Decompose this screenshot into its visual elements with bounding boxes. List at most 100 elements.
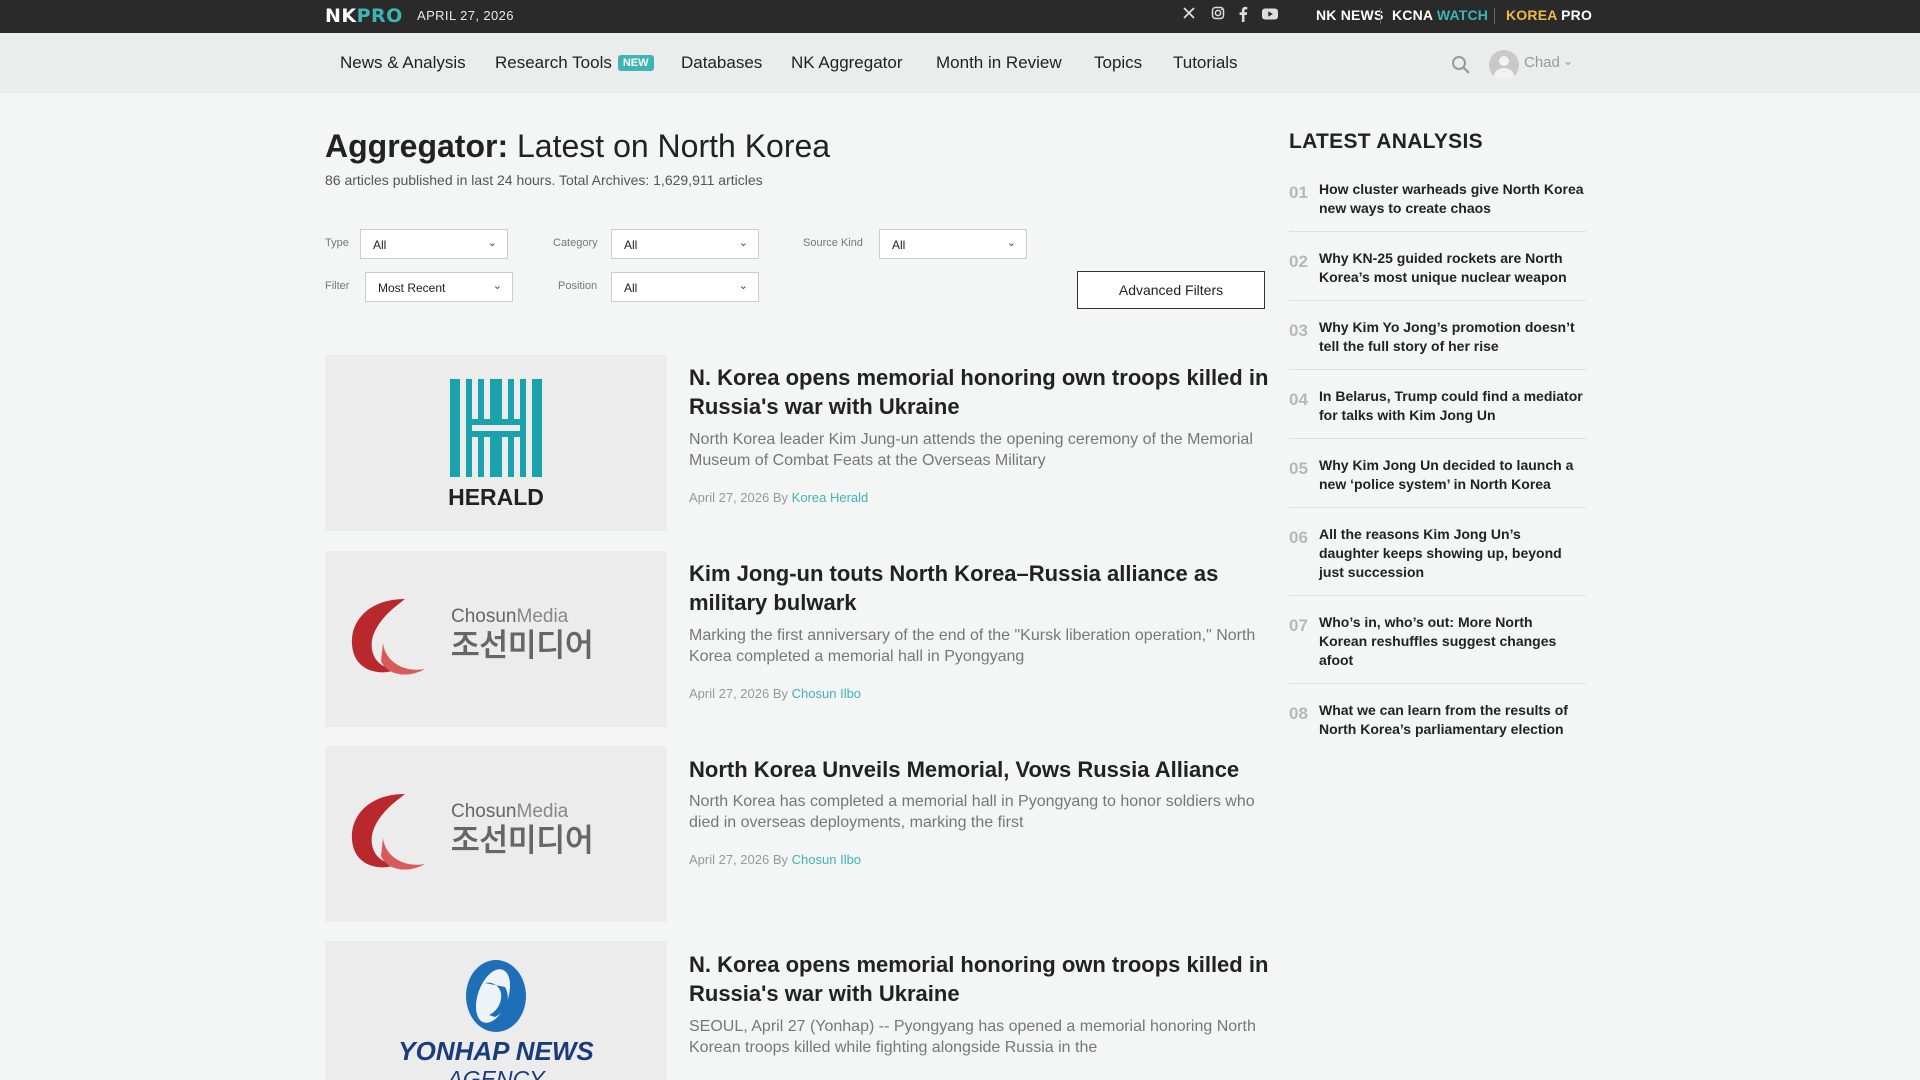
article-source[interactable]: Korea Herald bbox=[792, 490, 869, 505]
search-icon[interactable] bbox=[1451, 55, 1471, 75]
type-value: All bbox=[373, 238, 387, 252]
article-by: By bbox=[772, 852, 789, 867]
avatar[interactable] bbox=[1489, 50, 1519, 80]
logo-nk: NK bbox=[325, 5, 357, 27]
kcnawatch-link[interactable]: KCNA WATCH bbox=[1392, 7, 1488, 23]
user-name[interactable]: Chad bbox=[1524, 54, 1560, 71]
chevron-down-icon: ⌄ bbox=[492, 280, 502, 292]
category-value: All bbox=[624, 238, 638, 252]
nknews-link[interactable]: NK NEWS bbox=[1316, 7, 1384, 23]
article-thumbnail[interactable]: ChosunMedia 조선미디어 bbox=[325, 551, 667, 727]
x-icon[interactable] bbox=[1180, 6, 1198, 24]
analysis-item[interactable]: 04 In Belarus, Trump could find a mediat… bbox=[1289, 387, 1586, 439]
instagram-icon[interactable] bbox=[1209, 6, 1227, 24]
nav-nk-aggregator[interactable]: NK Aggregator bbox=[791, 53, 903, 73]
article-thumbnail[interactable]: YONHAP NEWS AGENCY bbox=[325, 941, 667, 1080]
chevron-down-icon: ⌄ bbox=[487, 237, 497, 249]
analysis-item[interactable]: 06 All the reasons Kim Jong Un’s daughte… bbox=[1289, 525, 1586, 596]
category-select[interactable]: All ⌄ bbox=[611, 229, 759, 259]
article-meta: April 27, 2026 By Chosun Ilbo bbox=[689, 852, 861, 867]
source-kind-value: All bbox=[892, 238, 906, 252]
page-title-bold: Aggregator: bbox=[325, 128, 509, 164]
position-label: Position bbox=[558, 280, 598, 292]
analysis-item[interactable]: 03 Why Kim Yo Jong’s promotion doesn’t t… bbox=[1289, 318, 1586, 370]
article-date: April 27, 2026 bbox=[689, 490, 770, 505]
chosun-text: Chosun bbox=[451, 801, 517, 822]
article-thumbnail[interactable]: ChosunMedia 조선미디어 bbox=[325, 746, 667, 922]
analysis-title[interactable]: All the reasons Kim Jong Un’s daughter k… bbox=[1319, 525, 1584, 582]
type-select[interactable]: All ⌄ bbox=[360, 229, 508, 259]
chevron-down-icon: ⌄ bbox=[738, 280, 748, 292]
article-title[interactable]: N. Korea opens memorial honoring own tro… bbox=[689, 363, 1269, 421]
filter-select[interactable]: Most Recent ⌄ bbox=[365, 272, 513, 302]
filter-value: Most Recent bbox=[378, 281, 446, 295]
youtube-icon[interactable] bbox=[1261, 6, 1279, 24]
position-select[interactable]: All ⌄ bbox=[611, 272, 759, 302]
chosun-text: Chosun bbox=[451, 606, 517, 627]
analysis-title[interactable]: In Belarus, Trump could find a mediator … bbox=[1319, 387, 1584, 425]
article-meta: April 27, 2026 By Chosun Ilbo bbox=[689, 686, 861, 701]
new-badge: NEW bbox=[617, 55, 654, 71]
article-thumbnail[interactable]: HERALD bbox=[325, 355, 667, 531]
main-nav: News & Analysis Research Tools NEW Databa… bbox=[0, 33, 1920, 93]
article-title[interactable]: North Korea Unveils Memorial, Vows Russi… bbox=[689, 755, 1269, 784]
article-date: April 27, 2026 bbox=[689, 852, 770, 867]
nav-databases[interactable]: Databases bbox=[681, 53, 762, 73]
chevron-down-icon[interactable]: ⌄ bbox=[1563, 54, 1573, 68]
article-title[interactable]: N. Korea opens memorial honoring own tro… bbox=[689, 950, 1269, 1008]
analysis-title[interactable]: Who’s in, who’s out: More North Korean r… bbox=[1319, 613, 1584, 670]
facebook-icon[interactable] bbox=[1234, 6, 1252, 24]
nav-research-tools-label: Research Tools bbox=[495, 53, 612, 72]
type-label: Type bbox=[325, 237, 349, 249]
position-value: All bbox=[624, 281, 638, 295]
category-label: Category bbox=[553, 237, 598, 249]
page-title-rest: Latest on North Korea bbox=[517, 128, 831, 164]
article-summary: North Korea has completed a memorial hal… bbox=[689, 793, 1255, 831]
chevron-down-icon: ⌄ bbox=[1006, 237, 1016, 249]
source-kind-label: Source Kind bbox=[803, 237, 863, 249]
analysis-number: 04 bbox=[1289, 390, 1308, 409]
yonhap-logo: YONHAP NEWS AGENCY bbox=[398, 960, 594, 1080]
analysis-number: 08 bbox=[1289, 704, 1308, 723]
article-source[interactable]: Chosun Ilbo bbox=[792, 852, 861, 867]
source-kind-select[interactable]: All ⌄ bbox=[879, 229, 1027, 259]
nav-news-analysis[interactable]: News & Analysis bbox=[340, 53, 466, 73]
analysis-item[interactable]: 05 Why Kim Jong Un decided to launch a n… bbox=[1289, 456, 1586, 508]
analysis-title[interactable]: Why Kim Jong Un decided to launch a new … bbox=[1319, 456, 1584, 494]
article-meta: April 27, 2026 By Korea Herald bbox=[689, 490, 868, 505]
nav-tutorials[interactable]: Tutorials bbox=[1173, 53, 1238, 73]
analysis-title[interactable]: Why KN-25 guided rockets are North Korea… bbox=[1319, 249, 1584, 287]
article-title[interactable]: Kim Jong-un touts North Korea–Russia all… bbox=[689, 559, 1269, 617]
brand-divider bbox=[1380, 8, 1381, 24]
analysis-number: 01 bbox=[1289, 183, 1308, 202]
analysis-number: 03 bbox=[1289, 321, 1308, 340]
analysis-title[interactable]: What we can learn from the results of No… bbox=[1319, 701, 1584, 739]
analysis-item[interactable]: 08 What we can learn from the results of… bbox=[1289, 701, 1586, 753]
analysis-number: 07 bbox=[1289, 616, 1308, 635]
chosun-media-logo: ChosunMedia 조선미디어 bbox=[351, 599, 594, 675]
nav-month-in-review[interactable]: Month in Review bbox=[936, 53, 1062, 73]
koreapro-link[interactable]: KOREA PRO bbox=[1506, 7, 1592, 23]
korea-text: KOREA bbox=[1506, 7, 1558, 23]
advanced-filters-button[interactable]: Advanced Filters bbox=[1077, 271, 1265, 309]
analysis-title[interactable]: How cluster warheads give North Korea ne… bbox=[1319, 180, 1584, 218]
analysis-number: 02 bbox=[1289, 252, 1308, 271]
analysis-title[interactable]: Why Kim Yo Jong’s promotion doesn’t tell… bbox=[1319, 318, 1584, 356]
nkpro-logo[interactable]: NKPRO bbox=[325, 5, 403, 27]
kcna-text: KCNA bbox=[1392, 7, 1433, 23]
chosun-korean-text: 조선미디어 bbox=[451, 823, 594, 859]
svg-text:ChosunMedia: ChosunMedia bbox=[451, 606, 569, 627]
current-date: APRIL 27, 2026 bbox=[417, 8, 514, 23]
svg-text:ChosunMedia: ChosunMedia bbox=[451, 801, 569, 822]
chosun-media-logo: ChosunMedia 조선미디어 bbox=[351, 794, 594, 870]
filter-label: Filter bbox=[325, 280, 350, 292]
article-source[interactable]: Chosun Ilbo bbox=[792, 686, 861, 701]
analysis-item[interactable]: 07 Who’s in, who’s out: More North Korea… bbox=[1289, 613, 1586, 684]
herald-logo: HERALD bbox=[448, 379, 544, 510]
analysis-item[interactable]: 01 How cluster warheads give North Korea… bbox=[1289, 180, 1586, 232]
analysis-item[interactable]: 02 Why KN-25 guided rockets are North Ko… bbox=[1289, 249, 1586, 301]
top-bar: NKPRO APRIL 27, 2026 NK NEWS KCNA WATCH … bbox=[0, 0, 1920, 33]
nav-research-tools[interactable]: Research Tools NEW bbox=[495, 53, 654, 73]
brand-divider bbox=[1494, 8, 1495, 24]
nav-topics[interactable]: Topics bbox=[1094, 53, 1142, 73]
